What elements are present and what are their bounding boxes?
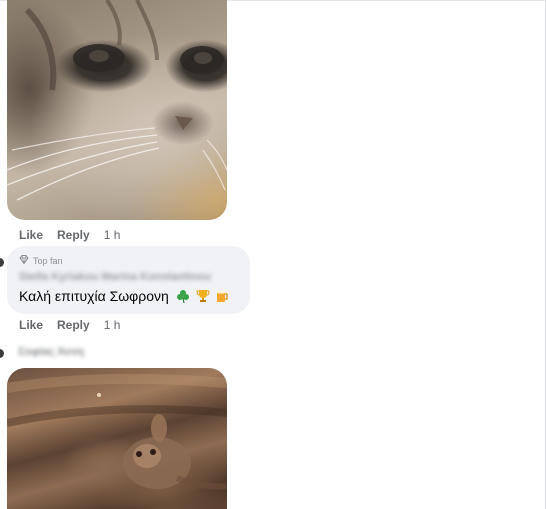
- badge-label: Top fan: [33, 255, 63, 266]
- beer-mug-icon: [215, 289, 229, 306]
- trophy-icon: [196, 289, 210, 306]
- comment-body: Καλή επιτυχία Σωφρονη: [19, 288, 169, 304]
- comment-timestamp[interactable]: 1 h: [104, 228, 121, 242]
- shamrock-icon: [176, 289, 190, 306]
- like-button[interactable]: Like: [19, 318, 43, 332]
- comment-1-actions: Like Reply 1 h: [19, 228, 120, 242]
- top-fan-badge: Top fan: [19, 255, 63, 266]
- avatar[interactable]: [0, 349, 4, 358]
- mouse-gif-image[interactable]: [7, 368, 227, 509]
- diamond-icon: [19, 255, 29, 266]
- comment-bubble: Top fan Stella Kyriakou Marina Konstanti…: [7, 246, 250, 314]
- mouse-gif-illustration: [7, 373, 227, 490]
- reply-button[interactable]: Reply: [57, 228, 90, 242]
- like-button[interactable]: Like: [19, 228, 43, 242]
- commenter-name[interactable]: Σοφίας Άννη: [18, 346, 84, 358]
- cat-gif-illustration: [7, 0, 227, 201]
- reply-button[interactable]: Reply: [57, 318, 90, 332]
- comment-text: Καλή επιτυχία Σωφρονη: [19, 288, 229, 306]
- comment-timestamp[interactable]: 1 h: [104, 318, 121, 332]
- commenter-name[interactable]: Stella Kyriakou Marina Konstantinou: [19, 271, 211, 283]
- avatar[interactable]: [0, 258, 4, 267]
- comment-2-actions: Like Reply 1 h: [19, 318, 120, 332]
- cat-gif-image[interactable]: [7, 0, 227, 220]
